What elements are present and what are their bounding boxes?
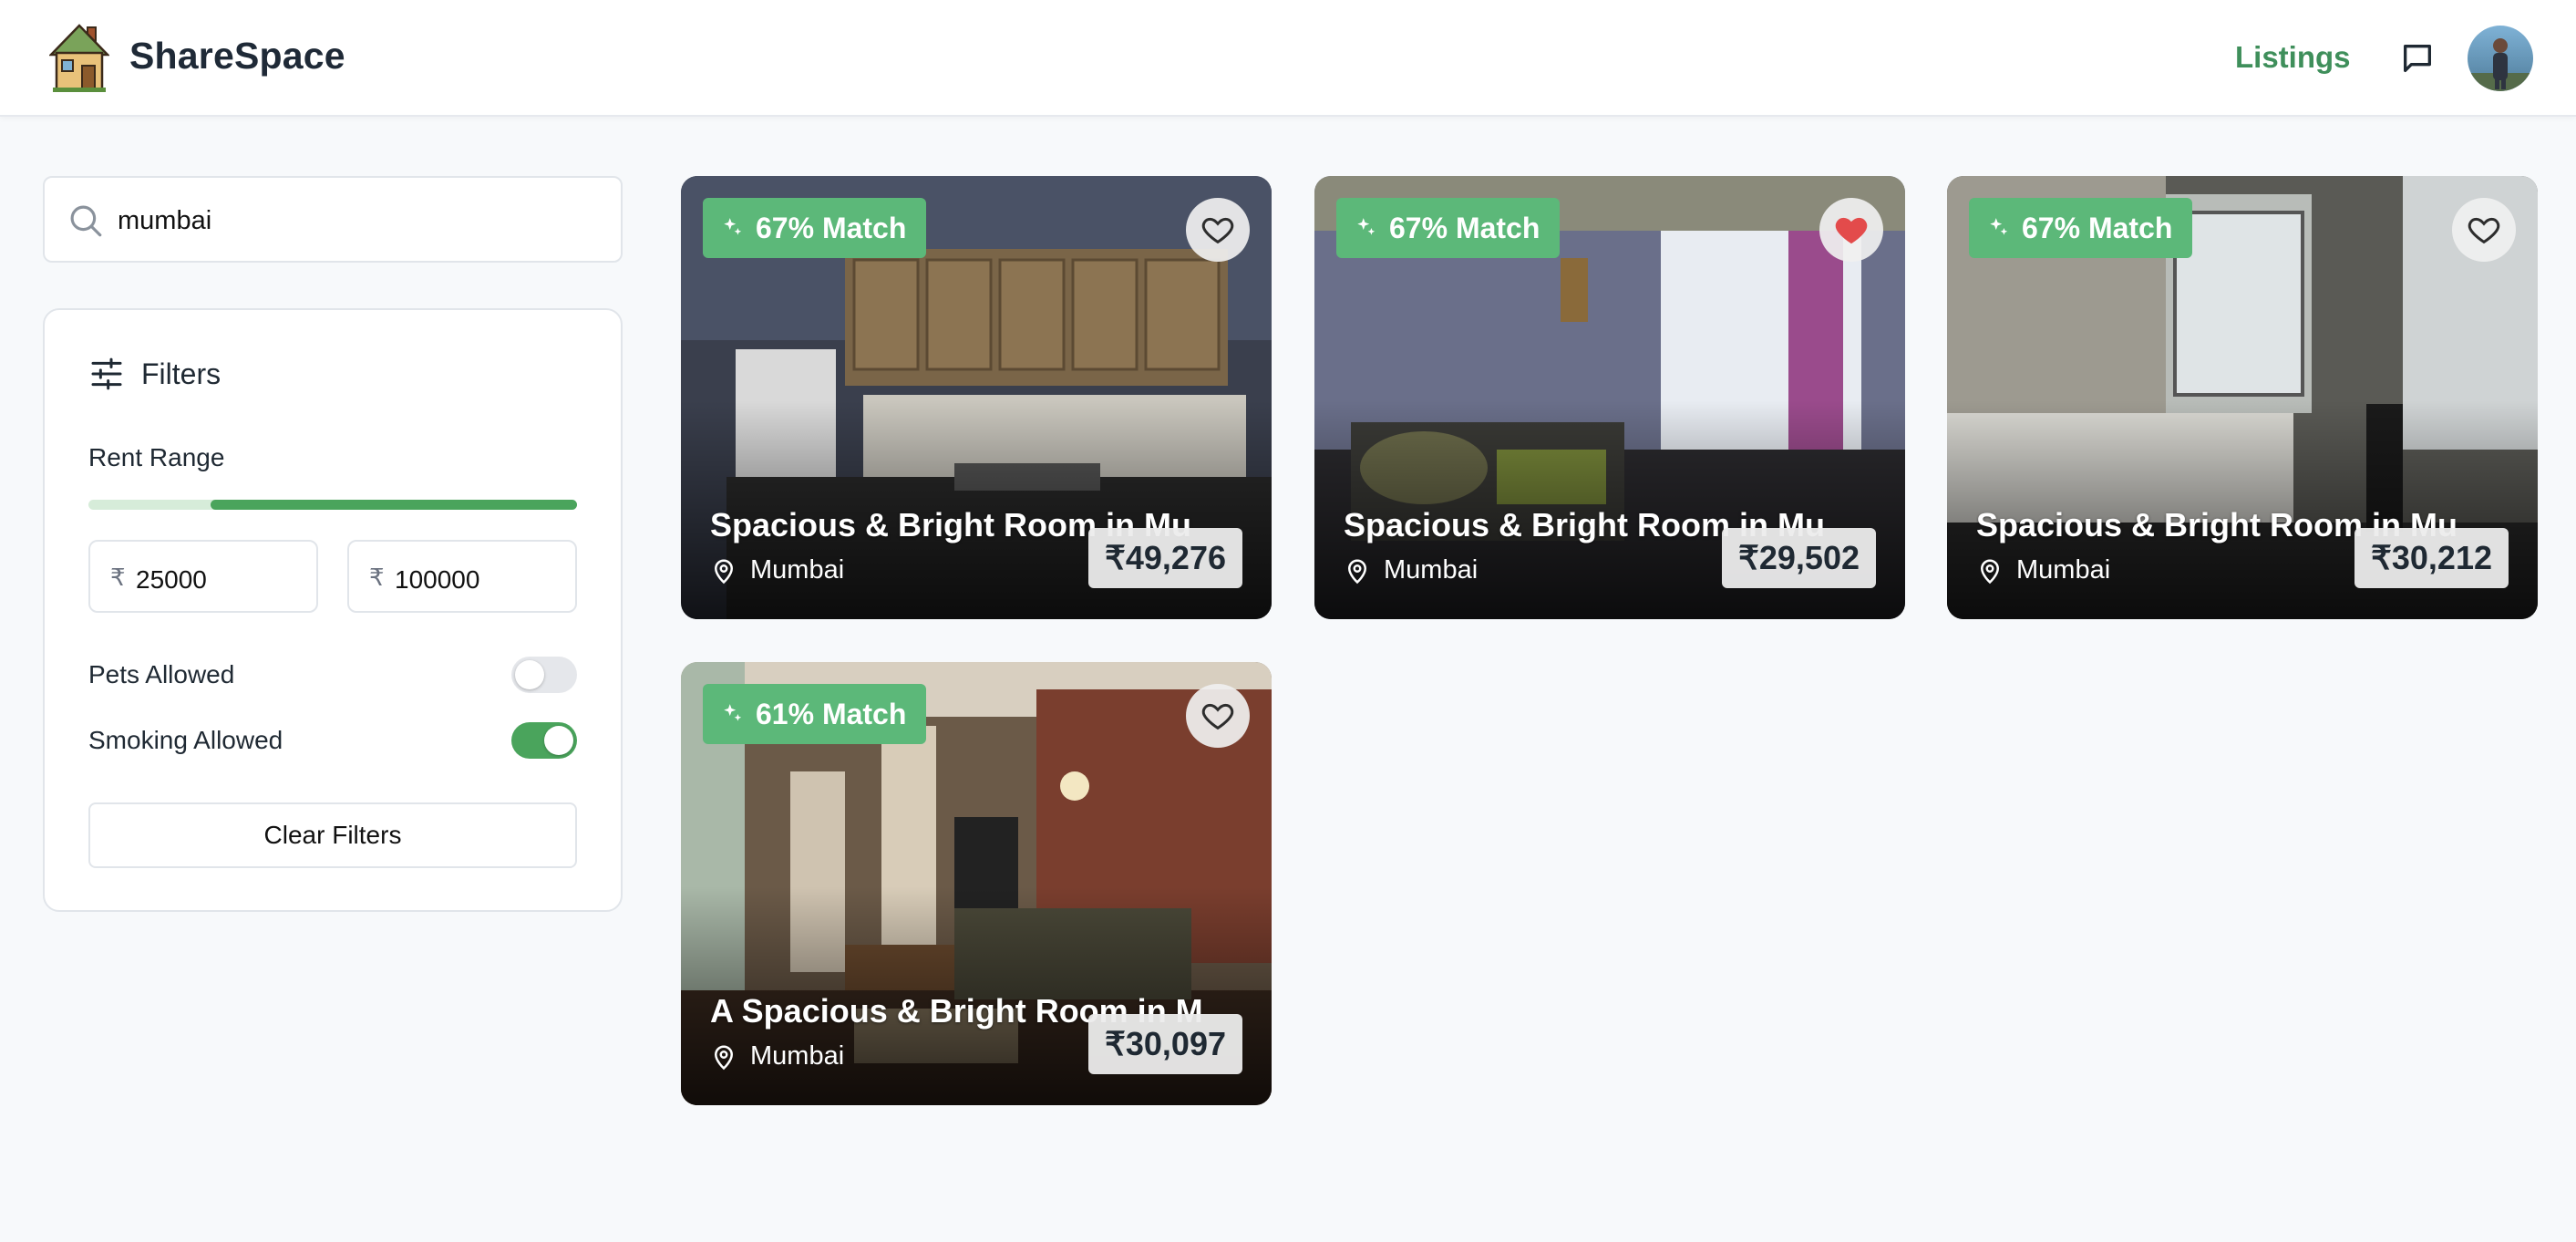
listing-card[interactable]: 67% Match Spacious & Bright Room in Mu M… xyxy=(681,176,1272,619)
pets-allowed-label: Pets Allowed xyxy=(88,660,235,688)
search-icon xyxy=(70,205,102,237)
listing-price: ₹29,502 xyxy=(1721,528,1876,588)
listing-price: ₹49,276 xyxy=(1087,528,1242,588)
currency-symbol: ₹ xyxy=(110,564,126,591)
match-text: 67% Match xyxy=(2022,211,2173,244)
max-rent-field[interactable]: ₹ 100000 xyxy=(347,540,577,613)
listing-location: Mumbai xyxy=(710,555,844,585)
sparkle-icon xyxy=(724,218,742,235)
rent-range-slider[interactable] xyxy=(88,500,577,510)
search-bar[interactable] xyxy=(43,176,623,263)
smoking-allowed-label: Smoking Allowed xyxy=(88,726,283,754)
rent-range-fill xyxy=(211,500,577,510)
heart-outline-icon xyxy=(1201,217,1234,244)
toggle-knob xyxy=(544,726,573,755)
heart-outline-icon xyxy=(2468,217,2500,244)
location-text: Mumbai xyxy=(750,1041,845,1071)
listing-location: Mumbai xyxy=(1976,555,2110,585)
pets-allowed-row: Pets Allowed xyxy=(88,657,577,693)
location-text: Mumbai xyxy=(750,555,845,585)
brand-name[interactable]: ShareSpace xyxy=(129,35,345,78)
top-navbar: ShareSpace Listings xyxy=(0,0,2576,117)
house-logo-icon[interactable] xyxy=(49,22,109,93)
listing-location: Mumbai xyxy=(1344,555,1478,585)
heart-outline-icon xyxy=(1201,703,1234,730)
map-pin-icon xyxy=(714,1045,734,1070)
message-icon[interactable] xyxy=(2399,40,2436,77)
min-rent-value: 25000 xyxy=(136,565,207,594)
listing-price: ₹30,212 xyxy=(2354,528,2509,588)
pets-allowed-toggle[interactable] xyxy=(511,657,577,693)
favorite-button[interactable] xyxy=(1186,198,1250,262)
match-badge: 67% Match xyxy=(703,198,927,258)
min-rent-field[interactable]: ₹ 25000 xyxy=(88,540,318,613)
heart-filled-icon xyxy=(1835,217,1868,244)
match-badge: 61% Match xyxy=(703,684,927,744)
listing-location: Mumbai xyxy=(710,1041,844,1071)
map-pin-icon xyxy=(714,559,734,584)
match-text: 67% Match xyxy=(756,211,907,244)
map-pin-icon xyxy=(1347,559,1367,584)
match-badge: 67% Match xyxy=(1336,198,1561,258)
listing-card[interactable]: 67% Match Spacious & Bright Room in Mu M… xyxy=(1314,176,1905,619)
listing-price: ₹30,097 xyxy=(1087,1014,1242,1074)
listing-card[interactable]: 61% Match A Spacious & Bright Room in M … xyxy=(681,662,1272,1105)
sparkle-icon xyxy=(1990,218,2008,235)
max-rent-value: 100000 xyxy=(395,565,480,594)
sparkle-icon xyxy=(1357,218,1376,235)
avatar-photo xyxy=(2468,26,2533,91)
sparkle-icon xyxy=(724,704,742,721)
favorite-button[interactable] xyxy=(1186,684,1250,748)
user-avatar[interactable] xyxy=(2468,26,2533,91)
favorite-button[interactable] xyxy=(2452,198,2516,262)
currency-symbol: ₹ xyxy=(369,564,385,591)
filters-heading: Filters xyxy=(141,357,222,390)
toggle-knob xyxy=(515,660,544,689)
match-badge: 67% Match xyxy=(1969,198,2193,258)
search-input[interactable] xyxy=(118,198,592,243)
rent-range-label: Rent Range xyxy=(88,443,225,471)
clear-filters-button[interactable]: Clear Filters xyxy=(88,802,577,868)
smoking-allowed-toggle[interactable] xyxy=(511,722,577,759)
nav-listings-link[interactable]: Listings xyxy=(2235,40,2351,75)
favorite-button[interactable] xyxy=(1819,198,1883,262)
smoking-allowed-row: Smoking Allowed xyxy=(88,722,577,759)
filters-panel: Filters Rent Range ₹ 25000 ₹ 100000 Pets… xyxy=(43,308,623,912)
match-text: 61% Match xyxy=(756,697,907,730)
listing-card[interactable]: 67% Match Spacious & Bright Room in Mu M… xyxy=(1947,176,2538,619)
location-text: Mumbai xyxy=(1384,555,1479,585)
location-text: Mumbai xyxy=(2016,555,2111,585)
match-text: 67% Match xyxy=(1389,211,1540,244)
map-pin-icon xyxy=(1980,559,2000,584)
sliders-icon xyxy=(91,357,122,390)
